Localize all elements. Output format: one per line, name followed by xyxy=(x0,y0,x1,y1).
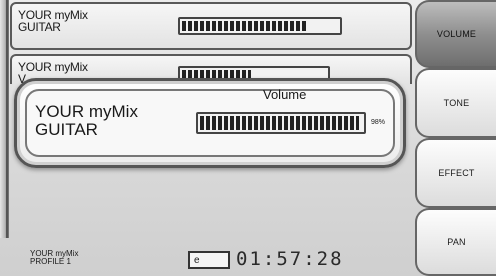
tab-tone[interactable]: TONE xyxy=(415,68,496,138)
channel-label-line1: YOUR myMix xyxy=(18,60,88,74)
mymix-screen: YOUR myMix GUITAR YOUR myMix V Volume YO… xyxy=(0,0,496,276)
volume-popup-title: Volume xyxy=(263,87,307,102)
channel-label: YOUR myMix GUITAR xyxy=(18,9,88,33)
time-display: 01:57:28 xyxy=(236,248,344,270)
battery-label: e xyxy=(194,255,200,266)
volume-popup[interactable]: Volume YOUR myMix GUITAR 98% xyxy=(14,78,406,168)
left-rail xyxy=(0,0,9,238)
volume-popup-meter[interactable] xyxy=(196,112,366,134)
volume-popup-label-line1: YOUR myMix xyxy=(35,102,138,121)
tab-pan[interactable]: PAN xyxy=(415,208,496,276)
channel-row[interactable]: YOUR myMix GUITAR xyxy=(10,2,412,50)
tab-volume[interactable]: VOLUME xyxy=(415,0,496,68)
profile-label[interactable]: YOUR myMix PROFILE 1 xyxy=(30,250,78,266)
channel-label-line2: GUITAR xyxy=(18,20,61,34)
profile-label-line2: PROFILE 1 xyxy=(30,257,71,266)
tab-effect[interactable]: EFFECT xyxy=(415,138,496,208)
volume-popup-label: YOUR myMix GUITAR xyxy=(35,103,138,139)
volume-percent: 98% xyxy=(371,119,386,126)
volume-popup-meter-fill xyxy=(200,116,359,130)
volume-meter xyxy=(178,17,342,35)
battery-icon: e xyxy=(188,251,230,269)
status-bar: YOUR myMix PROFILE 1 e 01:57:28 xyxy=(10,240,412,276)
volume-meter-fill xyxy=(182,21,307,31)
volume-popup-label-line2: GUITAR xyxy=(35,120,98,139)
